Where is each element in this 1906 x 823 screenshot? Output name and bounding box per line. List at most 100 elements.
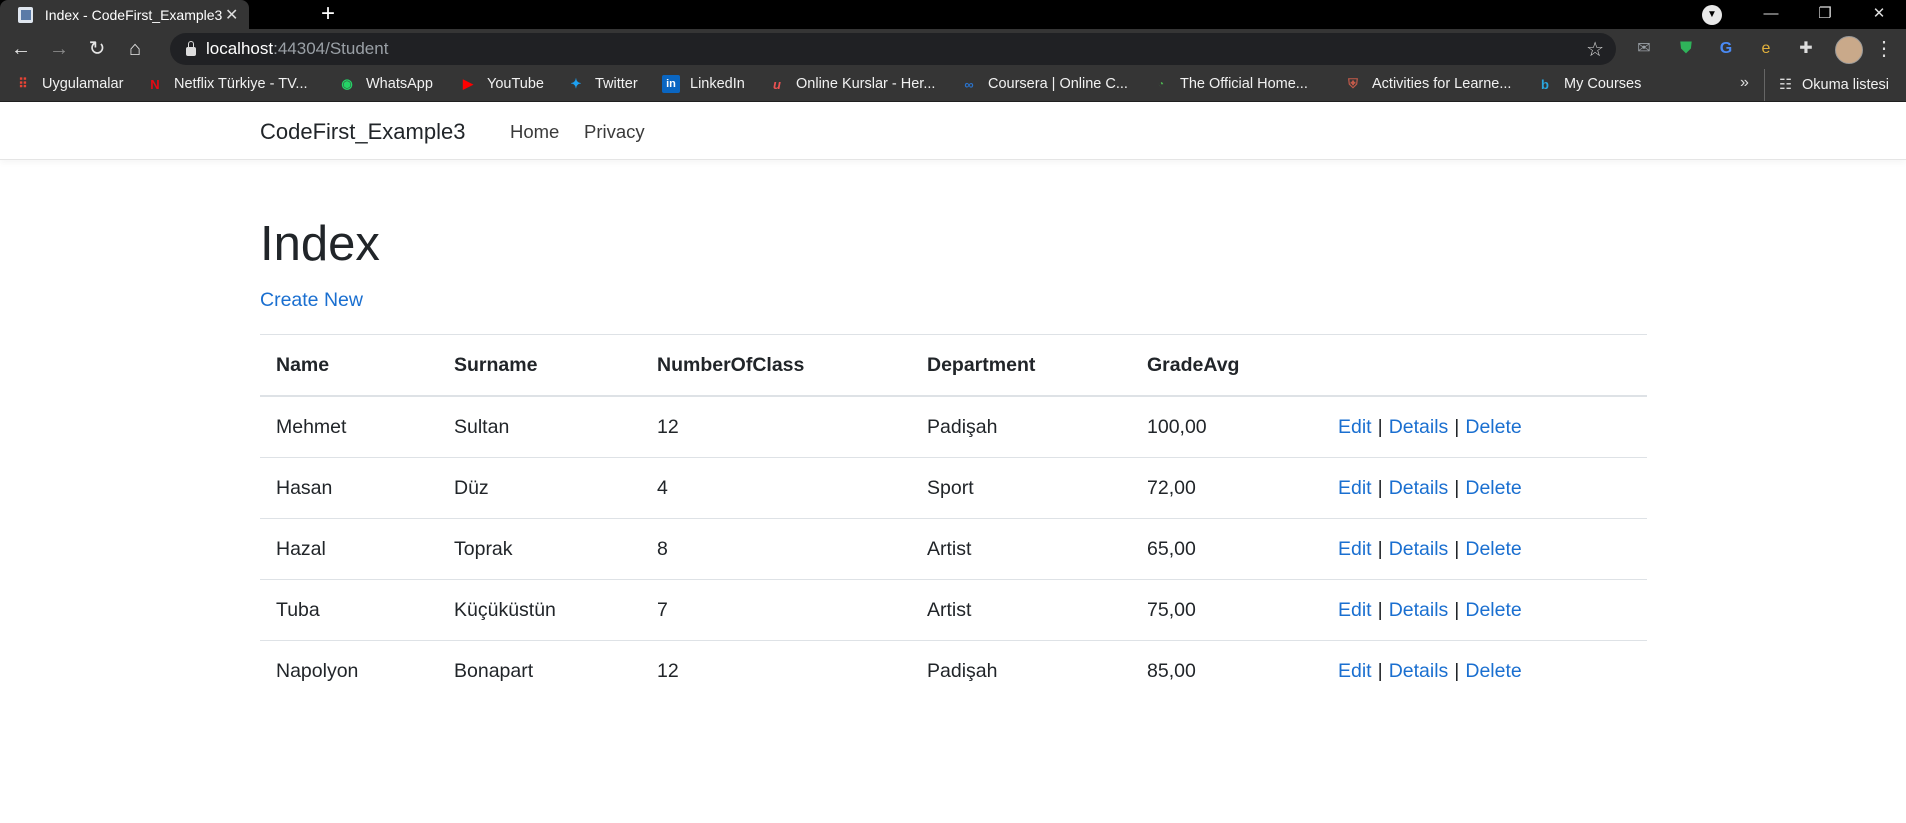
bookmark-official-home[interactable]: ◔ The Official Home... <box>1152 75 1308 93</box>
tab-search-icon[interactable]: ▼ <box>1702 5 1722 25</box>
extensions-puzzle-icon[interactable]: ✚ <box>1792 35 1820 63</box>
restore-icon[interactable]: ❐ <box>1798 0 1852 29</box>
ie-tab-extension-icon[interactable]: e <box>1752 35 1780 63</box>
forward-icon[interactable]: → <box>40 30 78 68</box>
mail-extension-icon[interactable]: ✉ <box>1630 35 1658 63</box>
delete-link[interactable]: Delete <box>1465 538 1521 560</box>
bookmark-label: YouTube <box>487 76 544 92</box>
site-navbar: CodeFirst_Example3 Home Privacy <box>0 102 1906 160</box>
nav-home-link[interactable]: Home <box>510 121 559 143</box>
bookmark-linkedin[interactable]: in LinkedIn <box>662 75 745 93</box>
bookmark-label: Netflix Türkiye - TV... <box>174 76 308 92</box>
new-tab-icon[interactable]: + <box>315 2 341 28</box>
cell-gradeavg: 85,00 <box>1131 640 1322 701</box>
cell-numberofclass: 4 <box>641 457 911 519</box>
browser-tab-bar: Index - CodeFirst_Example3 ✕ + ▼ — ❐ ✕ <box>0 0 1906 29</box>
bookmark-whatsapp[interactable]: ◉ WhatsApp <box>338 75 433 93</box>
edit-link[interactable]: Edit <box>1338 599 1372 621</box>
cell-department: Artist <box>911 518 1131 580</box>
column-header-department: Department <box>911 334 1131 397</box>
shield-crest-icon: ⛨ <box>1348 76 1358 91</box>
cell-surname: Bonapart <box>438 640 641 701</box>
cell-numberofclass: 12 <box>641 640 911 701</box>
table-row: Napolyon Bonapart 12 Padişah 85,00 Edit | Detai… <box>260 640 1647 701</box>
bookmarks-bar: ⠿ Uygulamalar N Netflix Türkiye - TV... ◉ W… <box>0 69 1906 102</box>
action-separator: | <box>1377 476 1383 499</box>
details-link[interactable]: Details <box>1389 660 1449 682</box>
edit-link[interactable]: Edit <box>1338 538 1372 560</box>
table-header-row: Name Surname NumberOfClass Department Gr… <box>260 334 1647 397</box>
close-window-icon[interactable]: ✕ <box>1852 0 1906 29</box>
bookmark-label: Online Kurslar - Her... <box>796 76 936 92</box>
site-brand-link[interactable]: CodeFirst_Example3 <box>260 119 465 145</box>
bookmark-netflix[interactable]: N Netflix Türkiye - TV... <box>146 75 308 93</box>
action-separator: | <box>1377 415 1383 438</box>
table-row: Hazal Toprak 8 Artist 65,00 Edit | Details | Dele… <box>260 518 1647 580</box>
shield-extension-icon[interactable]: ⛊ <box>1672 35 1700 63</box>
edit-link[interactable]: Edit <box>1338 416 1372 438</box>
cell-department: Padişah <box>911 395 1131 458</box>
bookmark-youtube[interactable]: ▶ YouTube <box>459 75 544 93</box>
minimize-icon[interactable]: — <box>1744 0 1798 29</box>
delete-link[interactable]: Delete <box>1465 477 1521 499</box>
youtube-icon: ▶ <box>463 76 473 91</box>
row-actions: Edit | Details | Delete <box>1322 579 1647 641</box>
browser-toolbar: ← → ↻ ⌂ localhost:44304/Student ☆ ✉ ⛊ G … <box>0 29 1906 69</box>
action-separator: | <box>1454 659 1460 682</box>
lock-icon <box>186 40 196 56</box>
bookmark-apps[interactable]: ⠿ Uygulamalar <box>14 75 123 93</box>
cell-name: Tuba <box>260 579 438 641</box>
page-title: Index <box>260 217 380 271</box>
bookmark-activities[interactable]: ⛨ Activities for Learne... <box>1344 75 1511 93</box>
bookmark-label: Coursera | Online C... <box>988 76 1128 92</box>
netflix-icon: N <box>150 76 160 92</box>
table-row: Tuba Küçüküstün 7 Artist 75,00 Edit | Details | D… <box>260 579 1647 641</box>
cell-name: Hazal <box>260 518 438 580</box>
cell-gradeavg: 75,00 <box>1131 579 1322 641</box>
column-header-gradeavg: GradeAvg <box>1131 334 1322 397</box>
bookmark-my-courses[interactable]: b My Courses <box>1536 75 1641 93</box>
cell-name: Mehmet <box>260 395 438 458</box>
home-icon[interactable]: ⌂ <box>116 30 154 68</box>
bookmark-star-icon[interactable]: ☆ <box>1586 37 1604 62</box>
row-actions: Edit | Details | Delete <box>1322 640 1647 701</box>
more-bookmarks-icon[interactable]: » <box>1740 74 1749 92</box>
cell-gradeavg: 72,00 <box>1131 457 1322 519</box>
url-host: localhost <box>206 39 274 58</box>
bookmark-udemy[interactable]: u Online Kurslar - Her... <box>768 75 935 93</box>
delete-link[interactable]: Delete <box>1465 599 1521 621</box>
bookmark-twitter[interactable]: ✦ Twitter <box>567 75 638 93</box>
edit-link[interactable]: Edit <box>1338 477 1372 499</box>
action-separator: | <box>1454 598 1460 621</box>
apps-grid-icon: ⠿ <box>18 76 28 91</box>
table-row: Hasan Düz 4 Sport 72,00 Edit | Details | Delete <box>260 457 1647 519</box>
back-icon[interactable]: ← <box>2 30 40 68</box>
edit-link[interactable]: Edit <box>1338 660 1372 682</box>
linkedin-icon: in <box>662 75 680 93</box>
details-link[interactable]: Details <box>1389 599 1449 621</box>
reading-list[interactable]: ☷ Okuma listesi <box>1764 69 1889 101</box>
delete-link[interactable]: Delete <box>1465 660 1521 682</box>
create-new-link[interactable]: Create New <box>260 289 363 312</box>
details-link[interactable]: Details <box>1389 416 1449 438</box>
nav-privacy-link[interactable]: Privacy <box>584 121 645 143</box>
bookmark-coursera[interactable]: ∞ Coursera | Online C... <box>960 75 1128 93</box>
browser-tab[interactable]: Index - CodeFirst_Example3 ✕ <box>0 0 249 29</box>
reload-icon[interactable]: ↻ <box>78 30 116 68</box>
address-bar[interactable]: localhost:44304/Student ☆ <box>170 33 1616 65</box>
cell-department: Padişah <box>911 640 1131 701</box>
browser-menu-icon[interactable]: ⋮ <box>1874 35 1894 63</box>
table-body: Mehmet Sultan 12 Padişah 100,00 Edit | Details |… <box>260 395 1647 701</box>
cell-name: Hasan <box>260 457 438 519</box>
delete-link[interactable]: Delete <box>1465 416 1521 438</box>
action-separator: | <box>1454 476 1460 499</box>
action-separator: | <box>1454 537 1460 560</box>
details-link[interactable]: Details <box>1389 538 1449 560</box>
translate-extension-icon[interactable]: G <box>1712 35 1740 63</box>
close-tab-icon[interactable]: ✕ <box>222 5 241 25</box>
profile-avatar[interactable] <box>1835 36 1863 64</box>
cell-surname: Toprak <box>438 518 641 580</box>
reading-list-label: Okuma listesi <box>1802 77 1890 93</box>
action-separator: | <box>1377 598 1383 621</box>
details-link[interactable]: Details <box>1389 477 1449 499</box>
